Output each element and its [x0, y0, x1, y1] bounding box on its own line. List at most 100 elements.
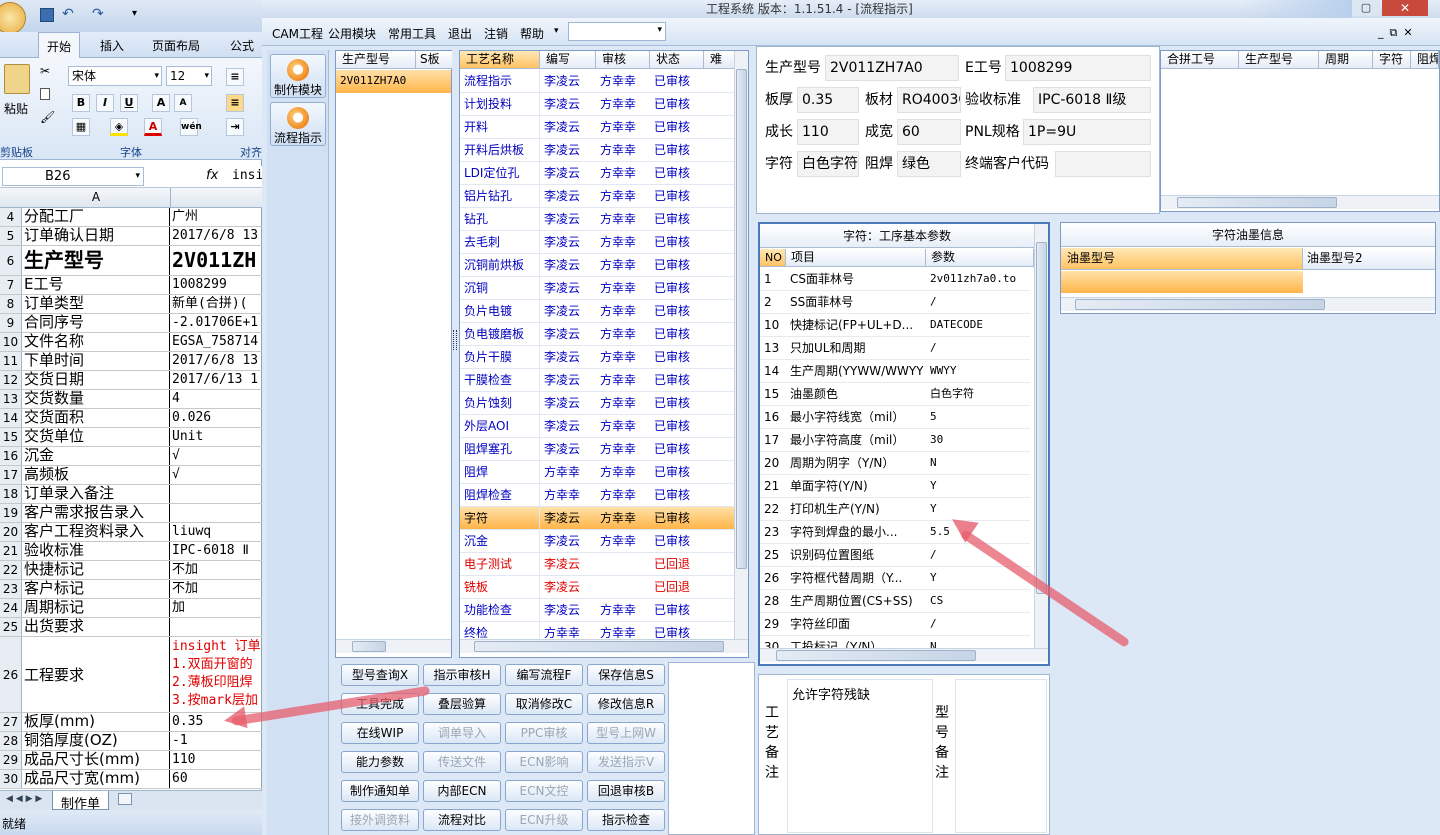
bold-button[interactable]: B — [72, 94, 90, 112]
merge-grid-hscroll[interactable] — [1161, 195, 1439, 209]
cell-a[interactable]: 客户标记 — [22, 580, 170, 598]
action-button[interactable]: ECN影响 — [505, 751, 583, 773]
cut-icon[interactable]: ✂ — [40, 64, 50, 78]
process-row[interactable]: 负电镀磨板 李凌云 方幸幸 已审核 — [460, 323, 735, 346]
font-size-select[interactable]: 12 ▾ — [166, 66, 212, 86]
action-button[interactable]: 内部ECN — [423, 780, 501, 802]
model-list-header-model[interactable]: 生产型号 — [336, 51, 416, 69]
align-center-button[interactable]: ≡ — [226, 94, 244, 112]
cell-a[interactable]: 文件名称 — [22, 333, 170, 351]
model-note-text[interactable] — [955, 679, 1047, 833]
process-grid-vscroll[interactable] — [734, 51, 748, 639]
character-field[interactable]: 白色字符 — [797, 151, 859, 177]
process-grid-hscroll[interactable] — [460, 639, 748, 653]
param-row[interactable]: 22 打印机生产(Y/N) Y — [760, 498, 1030, 521]
action-button[interactable]: ECN升级 — [505, 809, 583, 831]
cell-a[interactable]: 客户需求报告录入 — [22, 504, 170, 522]
merge-header-cell[interactable]: 阻焊 — [1411, 51, 1439, 69]
cell-b[interactable]: √ — [170, 466, 262, 484]
param-row[interactable]: 23 字符到焊盘的最小... 5.5 — [760, 521, 1030, 544]
action-button[interactable]: 流程对比 — [423, 809, 501, 831]
fx-icon[interactable]: fx — [206, 168, 218, 183]
process-header-cell[interactable]: 难 — [704, 51, 735, 69]
ink-row-selected[interactable] — [1061, 271, 1303, 293]
cell-a[interactable]: 订单类型 — [22, 295, 170, 313]
cell-b[interactable]: -1 — [170, 732, 262, 750]
cell-b[interactable]: IPC-6018 Ⅱ — [170, 542, 262, 560]
row-number[interactable]: 10 — [0, 333, 22, 351]
cell-b[interactable] — [170, 504, 262, 522]
action-button[interactable]: 叠层验算 — [423, 693, 501, 715]
cell-b[interactable]: 不加 — [170, 580, 262, 598]
qat-dropdown-icon[interactable]: ▾ — [132, 8, 137, 19]
row-number[interactable]: 13 — [0, 390, 22, 408]
customer-code-field[interactable] — [1055, 151, 1151, 177]
indent-button[interactable]: ⇥ — [226, 118, 244, 136]
cell-a[interactable]: 沉金 — [22, 447, 170, 465]
cell-a[interactable]: 客户工程资料录入 — [22, 523, 170, 541]
action-button[interactable]: 制作通知单 — [341, 780, 419, 802]
cell-a[interactable]: 交货单位 — [22, 428, 170, 446]
tab-insert[interactable]: 插入 — [100, 37, 124, 54]
action-button[interactable]: ECN文控 — [505, 780, 583, 802]
process-row[interactable]: 去毛刺 李凌云 方幸幸 已审核 — [460, 231, 735, 254]
cell-b[interactable]: liuwq — [170, 523, 262, 541]
row-number[interactable]: 18 — [0, 485, 22, 503]
tab-page-layout[interactable]: 页面布局 — [152, 37, 200, 54]
process-header-cell[interactable]: 状态 — [650, 51, 704, 69]
row-number[interactable]: 5 — [0, 227, 22, 245]
font-color-button[interactable]: A — [144, 118, 162, 136]
standard-field[interactable]: IPC-6018 Ⅱ级 — [1033, 87, 1151, 113]
action-button[interactable]: 发送指示V — [587, 751, 665, 773]
action-button[interactable]: 在线WIP — [341, 722, 419, 744]
row-number[interactable]: 28 — [0, 732, 22, 750]
cell-a[interactable]: 高频板 — [22, 466, 170, 484]
param-header-cell[interactable]: NO — [760, 249, 786, 267]
action-button[interactable]: 指示审核H — [423, 664, 501, 686]
action-button[interactable]: PPC审核 — [505, 722, 583, 744]
model-field[interactable]: 2V011ZH7A0 — [825, 55, 959, 81]
menu-item[interactable]: 注销 — [484, 25, 508, 42]
action-button[interactable]: 能力参数 — [341, 751, 419, 773]
cell-a[interactable]: 工程要求 — [22, 637, 170, 712]
merge-header-cell[interactable]: 字符 — [1373, 51, 1411, 69]
cell-a[interactable]: 周期标记 — [22, 599, 170, 617]
action-button[interactable]: 编写流程F — [505, 664, 583, 686]
param-row[interactable]: 21 单面字符(Y/N) Y — [760, 475, 1030, 498]
shrink-font-button[interactable]: A — [174, 94, 192, 112]
param-row[interactable]: 15 油墨颜色 白色字符 — [760, 383, 1030, 406]
process-row[interactable]: 功能检查 李凌云 方幸幸 已审核 — [460, 599, 735, 622]
ink-hscroll[interactable] — [1061, 297, 1435, 311]
cell-a[interactable]: 生产型号 — [22, 246, 170, 275]
copy-icon[interactable] — [40, 88, 50, 100]
process-row[interactable]: 开料 李凌云 方幸幸 已审核 — [460, 116, 735, 139]
process-row[interactable]: 计划投料 李凌云 方幸幸 已审核 — [460, 93, 735, 116]
param-row[interactable]: 17 最小字符高度（mil） 30 — [760, 429, 1030, 452]
action-button[interactable]: 回退审核B — [587, 780, 665, 802]
process-row[interactable]: 沉铜 李凌云 方幸幸 已审核 — [460, 277, 735, 300]
menu-item[interactable]: 退出 — [448, 25, 472, 42]
process-row[interactable]: 电子测试 李凌云 已回退 — [460, 553, 735, 576]
cell-b[interactable]: 4 — [170, 390, 262, 408]
param-row[interactable]: 20 周期为阴字（Y/N） N — [760, 452, 1030, 475]
process-row[interactable]: 负片电镀 李凌云 方幸幸 已审核 — [460, 300, 735, 323]
cell-a[interactable]: 快捷标记 — [22, 561, 170, 579]
cell-b[interactable]: 2017/6/8 13 — [170, 352, 262, 370]
action-button[interactable]: 修改信息R — [587, 693, 665, 715]
cell-b[interactable]: EGSA_758714 — [170, 333, 262, 351]
cell-a[interactable]: E工号 — [22, 276, 170, 294]
ink-header-model2[interactable]: 油墨型号2 — [1303, 248, 1435, 270]
cell-b[interactable]: insight 订单 1.双面开窗的 2.薄板印阻焊 3.按mark层加 — [170, 637, 262, 712]
underline-button[interactable]: U — [120, 94, 138, 112]
process-row[interactable]: 终检 方幸幸 方幸幸 已审核 — [460, 622, 735, 638]
scroll-thumb[interactable] — [352, 641, 386, 652]
row-number[interactable]: 20 — [0, 523, 22, 541]
process-header-cell[interactable]: 编写 — [540, 51, 596, 69]
mdi-close-icon[interactable]: ✕ — [1403, 26, 1418, 39]
width-field[interactable]: 60 — [897, 119, 961, 145]
cell-b[interactable]: 广州 — [170, 208, 262, 226]
grow-font-button[interactable]: A — [152, 94, 170, 112]
column-a-header[interactable]: A — [22, 190, 170, 204]
tab-formulas[interactable]: 公式 — [230, 37, 254, 54]
column-b-header[interactable] — [170, 188, 262, 208]
